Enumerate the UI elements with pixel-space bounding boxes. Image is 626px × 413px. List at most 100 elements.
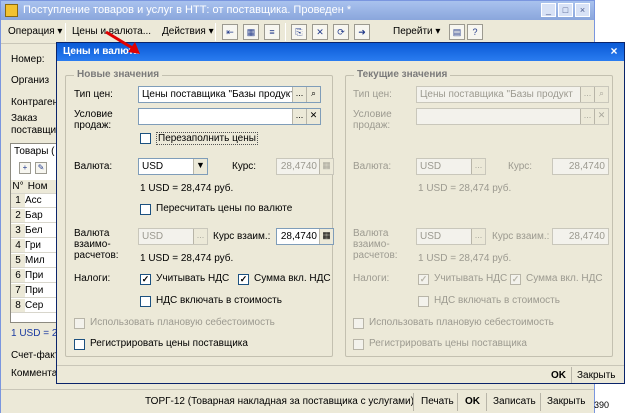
select-button[interactable]: ... <box>292 87 306 102</box>
bottom-separator <box>457 393 458 411</box>
consider-vat-checkbox[interactable]: ✓ <box>140 274 151 285</box>
current-rate-text: 1 USD = 28,474 руб. <box>418 183 512 194</box>
arrow-icon[interactable]: ➜ <box>354 24 370 40</box>
close-window-button[interactable]: × <box>575 3 590 17</box>
settlement-currency-field[interactable]: USD ... <box>138 228 208 245</box>
operation-menu[interactable]: Операция ▾ <box>4 24 66 40</box>
current-register-prices-label: Регистрировать цены поставщика <box>369 338 527 349</box>
rate-label: Курс: <box>232 161 257 172</box>
select-button[interactable]: ... <box>292 109 306 124</box>
structure-icon[interactable]: ▦ <box>243 24 259 40</box>
select-button: ... <box>580 109 594 124</box>
planned-cost-label: Использовать плановую себестоимость <box>90 317 275 328</box>
move-first-icon[interactable]: ⇤ <box>222 24 238 40</box>
sale-terms-field[interactable]: ... ✕ <box>138 108 321 125</box>
planned-cost-checkbox[interactable] <box>74 318 85 329</box>
total-label: 1 USD = 2 <box>11 328 58 339</box>
current-vat-in-cost-checkbox <box>418 296 429 307</box>
select-button: ... <box>471 159 485 174</box>
bottom-separator <box>413 393 414 411</box>
comment-label: Коммента <box>11 368 58 379</box>
add-row-icon[interactable]: + <box>19 162 31 174</box>
print-button[interactable]: Печать <box>417 393 458 410</box>
current-values-title: Текущие значения <box>354 69 451 80</box>
toolbar-separator <box>285 23 286 41</box>
current-planned-cost-checkbox <box>353 318 364 329</box>
new-values-title: Новые значения <box>74 69 163 80</box>
refill-prices-checkbox[interactable] <box>140 133 151 144</box>
edit-row-icon[interactable]: ✎ <box>35 162 47 174</box>
document-toolbar: Операция ▾ Цены и валюта... Действия ▾ ⇤… <box>1 20 594 44</box>
dialog-close-button[interactable]: × <box>607 45 621 59</box>
register-prices-label: Регистрировать цены поставщика <box>90 338 248 349</box>
new-values-group: Новые значения Тип цен: Цены поставщика … <box>65 69 334 357</box>
goods-table: Товары ( + ✎ N° Ном 1 Асс 2 Бар 3 Бел 4 Гри … <box>10 143 63 323</box>
current-settlement-rate-label: Курс взаим.: <box>492 231 550 242</box>
calculator-icon[interactable]: ▦ <box>319 159 333 174</box>
current-planned-cost-label: Использовать плановую себестоимость <box>369 317 554 328</box>
chevron-down-icon[interactable]: ▼ <box>193 159 207 174</box>
document-title-bar: Поступление товаров и услуг в НТТ: от по… <box>1 1 594 20</box>
actions-menu[interactable]: Действия ▾ <box>158 24 218 40</box>
taxes-label: Налоги: <box>74 273 111 284</box>
vat-in-cost-checkbox[interactable] <box>140 296 151 307</box>
price-type-label: Тип цен: <box>74 89 113 100</box>
price-type-field[interactable]: Цены поставщика "Базы продукт ... ⌕ <box>138 86 321 103</box>
bottom-separator <box>540 393 541 411</box>
close-button[interactable]: Закрыть <box>543 393 590 410</box>
current-sum-incl-vat-label: Сумма вкл. НДС <box>526 273 603 284</box>
document-title: Поступление товаров и услуг в НТТ: от по… <box>23 4 352 16</box>
current-consider-vat-label: Учитывать НДС <box>434 273 508 284</box>
sum-incl-vat-label: Сумма вкл. НДС <box>254 273 331 284</box>
list-icon[interactable]: ≡ <box>264 24 280 40</box>
current-sale-terms-field: ... ✕ <box>416 108 609 125</box>
prices-currency-dialog: Цены и валюта × Новые значения Тип цен: … <box>56 42 625 384</box>
tab-goods[interactable]: Товары ( <box>14 146 55 157</box>
document-bottom-bar: ТОРГ-12 (Товарная накладная за поставщик… <box>1 389 594 413</box>
table-icon[interactable]: ▤ <box>449 24 465 40</box>
maximize-button[interactable]: □ <box>558 3 573 17</box>
current-settlement-currency-label: Валюта взаимо-расчетов: <box>353 228 398 261</box>
search-icon[interactable]: ⌕ <box>306 87 320 102</box>
current-settlement-rate-field: 28,4740 <box>552 228 609 245</box>
current-currency-field: USD ... <box>416 158 486 175</box>
copy-icon[interactable]: ⎘ <box>291 24 307 40</box>
current-register-prices-checkbox <box>353 339 364 350</box>
refresh-icon[interactable]: ⟳ <box>333 24 349 40</box>
select-button[interactable]: ... <box>193 229 207 244</box>
current-rate-label: Курс: <box>508 161 533 172</box>
currency-label: Валюта: <box>74 161 113 172</box>
calculator-icon[interactable]: ▦ <box>319 229 333 244</box>
organization-label: Организ <box>11 75 50 86</box>
bottom-separator <box>486 393 487 411</box>
dialog-footer: OK Закрыть <box>57 365 624 384</box>
clear-icon[interactable]: ✕ <box>306 109 320 124</box>
delete-icon[interactable]: ✕ <box>312 24 328 40</box>
dialog-ok-button[interactable]: OK <box>551 369 566 383</box>
help-button[interactable]: ? <box>467 24 483 40</box>
goto-menu[interactable]: Перейти ▾ <box>389 24 444 40</box>
save-button[interactable]: Записать <box>489 393 540 410</box>
ok-button[interactable]: OK <box>461 393 484 410</box>
consider-vat-label: Учитывать НДС <box>156 273 230 284</box>
settlement-currency-label: Валюта взаимо-расчетов: <box>74 228 119 261</box>
search-icon: ⌕ <box>594 87 608 102</box>
torg12-print-button[interactable]: ТОРГ-12 (Товарная накладная за поставщик… <box>141 393 418 410</box>
minimize-button[interactable]: _ <box>541 3 556 17</box>
dialog-close-text-button[interactable]: Закрыть <box>577 369 616 383</box>
current-consider-vat-checkbox: ✓ <box>418 274 429 285</box>
select-button: ... <box>471 229 485 244</box>
rate-field[interactable]: 28,4740 ▦ <box>276 158 334 175</box>
register-prices-checkbox[interactable] <box>74 339 85 350</box>
invoice-label: Счет-факт <box>11 350 60 361</box>
select-button: ... <box>580 87 594 102</box>
current-vat-in-cost-label: НДС включать в стоимость <box>434 295 560 306</box>
sum-incl-vat-checkbox[interactable]: ✓ <box>238 274 249 285</box>
currency-field[interactable]: USD ▼ <box>138 158 208 175</box>
recalc-checkbox[interactable] <box>140 204 151 215</box>
clear-icon: ✕ <box>594 109 608 124</box>
number-label: Номер: <box>11 54 45 65</box>
current-settlement-rate-text: 1 USD = 28,474 руб. <box>418 253 512 264</box>
footer-separator <box>571 367 572 383</box>
settlement-rate-field[interactable]: 28,4740 ▦ <box>276 228 334 245</box>
